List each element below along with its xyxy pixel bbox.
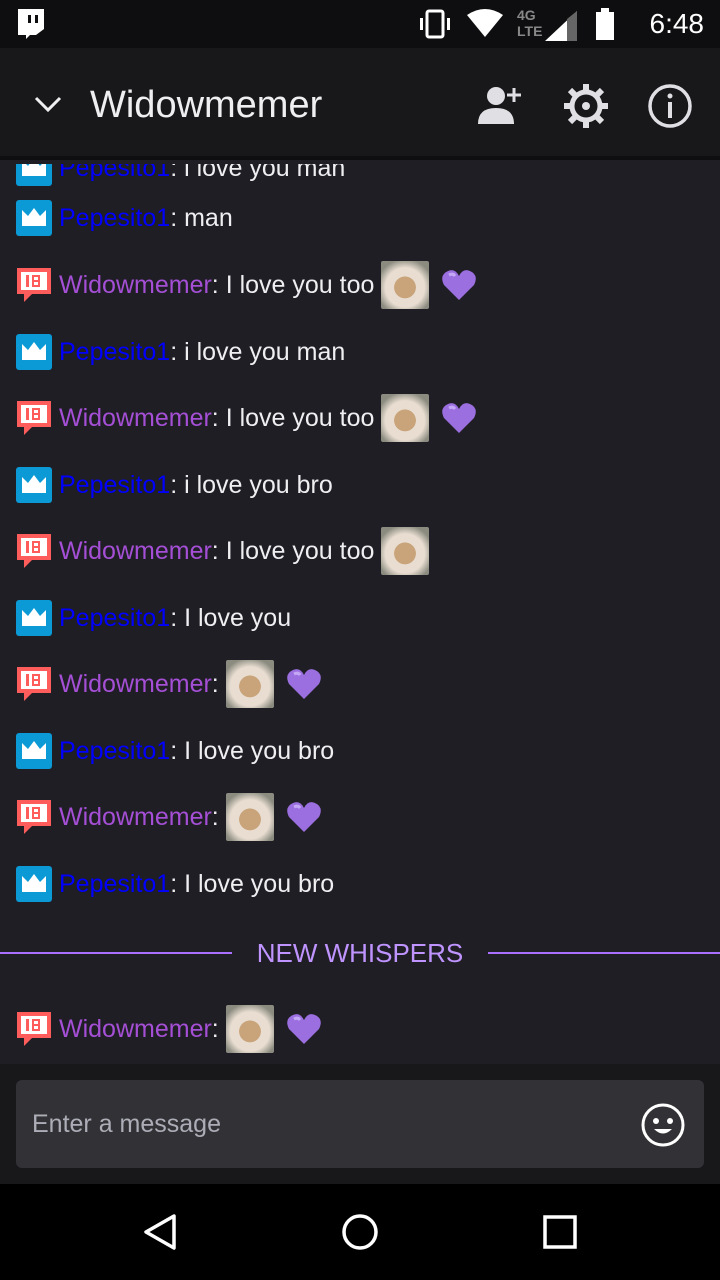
vibrate-icon [420,9,450,39]
subscriber-crown-badge-icon [16,600,52,636]
wifi-icon [467,9,503,37]
cat-emote-icon [381,527,430,575]
chat-messages[interactable]: Pepesito1: i love you man Pepesito1: man W… [0,164,720,1064]
purple-heart-emote-icon [286,802,321,832]
recents-icon[interactable] [542,1214,578,1250]
chat-message: Pepesito1: i love you man [16,164,345,188]
back-icon[interactable] [140,1212,180,1252]
age-18-badge-icon [17,534,51,568]
info-icon[interactable] [646,82,694,130]
chevron-down-icon[interactable] [32,92,64,116]
message-placeholder: Enter a message [32,1109,221,1138]
subscriber-crown-badge-icon [16,164,52,186]
purple-heart-emote-icon [442,270,477,300]
cat-emote-icon [381,394,430,442]
username[interactable]: Pepesito1 [59,338,170,367]
cat-emote-icon [381,261,430,309]
settings-gear-icon[interactable] [562,82,610,130]
network-type: 4G LTE [517,7,543,39]
whisper-header: Widowmemer [0,48,720,160]
username[interactable]: Widowmemer [59,803,212,832]
message-text: : [211,669,219,698]
username[interactable]: Pepesito1 [59,204,170,233]
message-composer: Enter a message [0,1064,720,1184]
subscriber-crown-badge-icon [16,467,52,503]
chat-message: Widowmemer: I love you too [16,261,477,309]
chat-message: Pepesito1: i love you man [16,332,345,372]
message-text: : i love you bro [170,470,333,499]
chat-message: Widowmemer: I love you too [16,527,430,575]
username[interactable]: Pepesito1 [59,870,170,899]
cat-emote-icon [225,1005,274,1053]
age-18-badge-icon [17,401,51,435]
message-text: : I love you bro [170,736,335,765]
chat-message: Widowmemer: [16,1005,322,1053]
chat-message: Pepesito1: I love you bro [16,731,334,771]
message-text: : i love you man [170,164,346,182]
chat-message: Pepesito1: man [16,198,233,238]
username[interactable]: Pepesito1 [59,737,170,766]
cat-emote-icon [225,793,274,841]
username[interactable]: Pepesito1 [59,471,170,500]
message-text: : [211,1014,219,1043]
twitch-logo-icon [18,9,44,39]
chat-message: Widowmemer: [16,660,322,708]
chat-message: Widowmemer: [16,793,322,841]
purple-heart-emote-icon [286,1014,321,1044]
message-text: : I love you [170,603,292,632]
username[interactable]: Widowmemer [59,271,212,300]
subscriber-crown-badge-icon [16,334,52,370]
status-bar: 4G LTE 6:48 [0,0,720,48]
battery-icon [596,8,614,40]
conversation-title: Widowmemer [90,84,323,126]
message-text: : I love you too [211,403,375,432]
age-18-badge-icon [17,667,51,701]
emoji-picker-icon[interactable] [640,1102,686,1148]
cat-emote-icon [225,660,274,708]
purple-heart-emote-icon [286,669,321,699]
username[interactable]: Widowmemer [59,404,212,433]
message-text: : [211,802,219,831]
purple-heart-emote-icon [442,403,477,433]
chat-message: Widowmemer: I love you too [16,394,477,442]
chat-message: Pepesito1: i love you bro [16,465,333,505]
age-18-badge-icon [17,268,51,302]
chat-message: Pepesito1: I love you bro [16,864,334,904]
username[interactable]: Widowmemer [59,537,212,566]
username[interactable]: Pepesito1 [59,164,170,183]
new-whispers-divider: NEW WHISPERS [0,936,720,972]
add-friend-icon[interactable] [476,82,524,130]
message-text: : i love you man [170,337,346,366]
message-text: : I love you too [211,270,375,299]
age-18-badge-icon [17,800,51,834]
subscriber-crown-badge-icon [16,866,52,902]
subscriber-crown-badge-icon [16,200,52,236]
subscriber-crown-badge-icon [16,733,52,769]
message-text: : I love you too [211,536,375,565]
username[interactable]: Widowmemer [59,1015,212,1044]
android-nav-bar [0,1184,720,1280]
cell-signal: 4G LTE [517,7,581,41]
home-icon[interactable] [340,1212,380,1252]
username[interactable]: Pepesito1 [59,604,170,633]
message-text: : man [170,203,233,232]
clock: 6:48 [649,8,705,39]
message-text: : I love you bro [170,869,335,898]
message-input[interactable]: Enter a message [16,1080,704,1168]
username[interactable]: Widowmemer [59,670,212,699]
chat-message: Pepesito1: I love you [16,598,291,638]
age-18-badge-icon [17,1012,51,1046]
divider-label: NEW WHISPERS [256,938,464,968]
